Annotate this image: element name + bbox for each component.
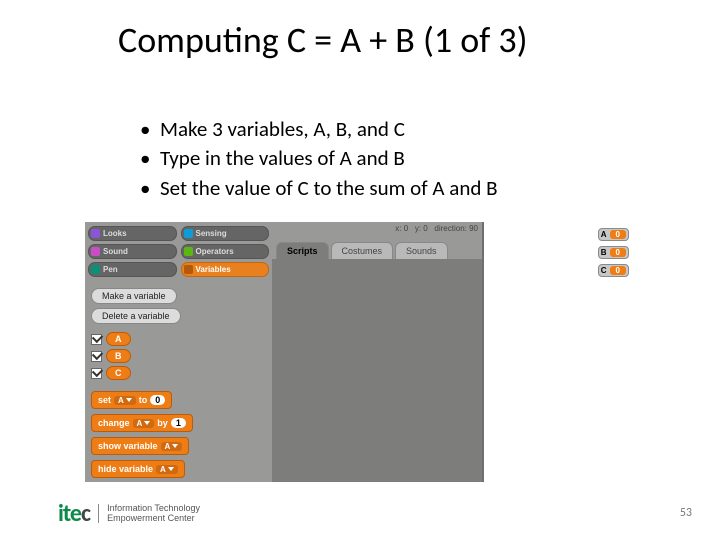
bullet-item: Type in the values of A and B [140,144,498,173]
tab-sounds[interactable]: Sounds [395,242,448,259]
set-var-dropdown[interactable]: A [114,396,136,405]
sprite-header: x: 0 y: 0 direction: 90 [272,222,482,242]
slide: Computing C = A + B (1 of 3) Make 3 vari… [0,0,720,540]
monitor-value: 0 [610,230,626,239]
variable-row: B [91,349,266,363]
stage: A 0 B 0 C 0 [482,222,635,482]
logo-mark: itec [58,499,90,528]
delete-variable-button[interactable]: Delete a variable [91,308,181,324]
category-selector: Looks Sensing Sound Operators Pen Variab… [85,222,272,286]
stage-monitor[interactable]: C 0 [598,264,629,277]
category-sensing[interactable]: Sensing [181,226,270,241]
sprite-info: x: 0 y: 0 direction: 90 [395,224,478,233]
monitor-value: 0 [610,266,626,275]
variable-reporter[interactable]: A [106,332,131,346]
variable-checkbox[interactable] [91,334,102,345]
set-value-input[interactable]: 0 [150,395,165,405]
footer-logo: itec Information Technology Empowerment … [58,499,200,528]
stage-monitor[interactable]: B 0 [598,246,629,259]
variable-checkbox[interactable] [91,351,102,362]
show-var-dropdown[interactable]: A [161,442,183,451]
monitor-label: B [601,248,607,257]
scripts-column: x: 0 y: 0 direction: 90 Scripts Costumes… [272,222,482,482]
variable-row: A [91,332,266,346]
change-var-dropdown[interactable]: A [133,419,155,428]
change-value-input[interactable]: 1 [171,418,186,428]
category-sound[interactable]: Sound [88,244,177,259]
make-variable-button[interactable]: Make a variable [91,288,177,304]
monitor-value: 0 [610,248,626,257]
change-block[interactable]: change A by 1 [91,414,193,432]
stage-monitor[interactable]: A 0 [598,228,629,241]
logo-text: Information Technology Empowerment Cente… [98,504,200,524]
variable-list: A B C [85,328,272,389]
monitor-label: C [601,266,607,275]
monitor-label: A [601,230,607,239]
scratch-screenshot: Looks Sensing Sound Operators Pen Variab… [85,222,635,482]
category-pen[interactable]: Pen [88,262,177,277]
variable-row: C [91,366,266,380]
tab-scripts[interactable]: Scripts [276,242,329,259]
scripts-area[interactable] [272,259,482,477]
bullet-item: Make 3 variables, A, B, and C [140,115,498,144]
editor-tabs: Scripts Costumes Sounds [272,242,482,259]
variable-reporter[interactable]: B [106,349,131,363]
hide-variable-block[interactable]: hide variable A [91,460,185,478]
slide-title: Computing C = A + B (1 of 3) [118,18,528,62]
set-block[interactable]: set A to 0 [91,391,172,409]
category-looks[interactable]: Looks [88,226,177,241]
variable-checkbox[interactable] [91,368,102,379]
block-palette: set A to 0 change A by 1 show variable A… [85,389,272,485]
bullet-list: Make 3 variables, A, B, and C Type in th… [140,115,498,203]
palette-column: Looks Sensing Sound Operators Pen Variab… [85,222,272,482]
category-variables[interactable]: Variables [181,262,270,277]
variable-reporter[interactable]: C [106,366,131,380]
bullet-item: Set the value of C to the sum of A and B [140,174,498,203]
show-variable-block[interactable]: show variable A [91,437,189,455]
hide-var-dropdown[interactable]: A [156,465,178,474]
tab-costumes[interactable]: Costumes [331,242,394,259]
category-operators[interactable]: Operators [181,244,270,259]
page-number: 53 [680,506,692,520]
